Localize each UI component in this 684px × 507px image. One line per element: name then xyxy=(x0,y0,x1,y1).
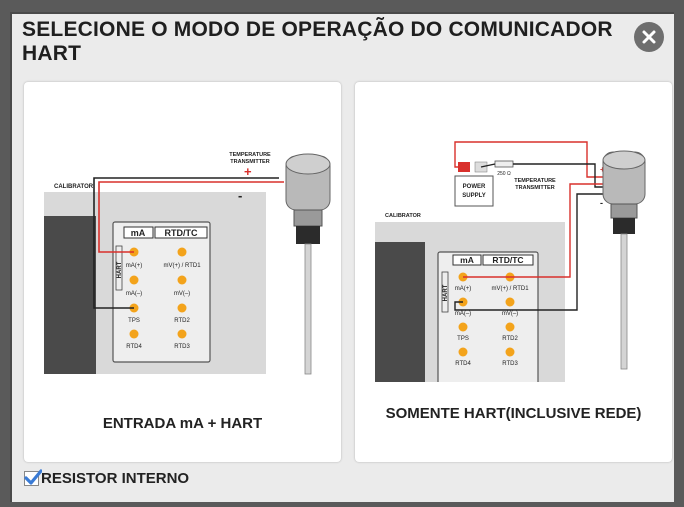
checkmark-icon xyxy=(24,469,42,485)
terminal-label: mA(–) xyxy=(126,291,142,297)
plus-sign: + xyxy=(244,164,252,179)
col-rtd-label: RTD/TC xyxy=(492,255,523,265)
terminal-label: mA(–) xyxy=(455,311,471,317)
hart-label: HART xyxy=(117,261,123,278)
terminal-label: mV(+) / RTD1 xyxy=(163,263,201,269)
svg-text:POWER: POWER xyxy=(463,184,486,190)
svg-text:SUPPLY: SUPPLY xyxy=(462,193,485,199)
terminal-label: RTD4 xyxy=(126,344,142,350)
internal-resistor-checkbox-row[interactable]: RESISTOR INTERNO xyxy=(24,469,190,487)
terminal-label: RTD2 xyxy=(502,336,518,342)
option-card-hart-only[interactable]: CALIBRATOR mA RTD/TC HART mA(+) mA(–) TP… xyxy=(355,82,672,462)
minus-sign: - xyxy=(238,188,242,203)
close-button[interactable] xyxy=(634,22,664,52)
terminal-rtd4 xyxy=(129,329,139,339)
terminal-label: TPS xyxy=(457,336,469,342)
terminal-label: RTD3 xyxy=(174,344,190,350)
internal-resistor-label: RESISTOR INTERNO xyxy=(41,470,190,487)
terminal-label: mV(–) xyxy=(174,291,190,297)
temperature-transmitter xyxy=(602,150,646,370)
terminal-panel xyxy=(437,251,539,382)
terminal-label: RTD4 xyxy=(455,361,471,367)
internal-resistor-checkbox[interactable] xyxy=(24,469,42,486)
resistor-label: 250 Ω xyxy=(497,171,511,177)
calibrator-screen xyxy=(375,242,425,382)
hart-label: HART xyxy=(443,284,449,301)
mode-select-dialog: SELECIONE O MODO DE OPERAÇÃO DO COMUNICA… xyxy=(10,12,674,502)
transmitter-label-line1: TEMPERATURE xyxy=(514,178,556,184)
col-rtd-label: RTD/TC xyxy=(165,228,198,238)
col-ma-label: mA xyxy=(131,228,146,238)
terminal-label: RTD3 xyxy=(502,361,518,367)
transmitter-label-line1: TEMPERATURE xyxy=(229,152,271,158)
terminal-label: TPS xyxy=(128,318,140,324)
power-supply: POWER SUPPLY xyxy=(454,161,494,207)
transmitter-label-line2: TRANSMITTER xyxy=(515,185,554,191)
calibrator-label: CALIBRATOR xyxy=(54,184,94,190)
temperature-transmitter xyxy=(285,153,331,375)
option-label-ma-hart: ENTRADA mA + HART xyxy=(102,415,263,432)
terminal-ma-minus xyxy=(129,275,139,285)
calibrator-label: CALIBRATOR xyxy=(385,213,421,219)
terminal-label: mA(+) xyxy=(126,263,143,269)
resistor xyxy=(494,160,514,168)
option-label-hart-only: SOMENTE HART(INCLUSIVE REDE) xyxy=(385,405,642,422)
calibrator-screen xyxy=(44,216,96,374)
terminal-label: mV(–) xyxy=(502,311,518,317)
terminal-label: RTD2 xyxy=(174,318,190,324)
terminal-label: mV(+) / RTD1 xyxy=(491,286,529,292)
transmitter-label-line2: TRANSMITTER xyxy=(230,159,269,165)
diagram-ma-hart: mA RTD/TC HART mA(+) mA(–) TPS RTD4 mV(+… xyxy=(44,152,331,375)
dialog-title: SELECIONE O MODO DE OPERAÇÃO DO COMUNICA… xyxy=(22,18,613,65)
option-card-ma-hart[interactable]: mA RTD/TC HART mA(+) mA(–) TPS RTD4 mV(+… xyxy=(24,82,341,462)
close-icon xyxy=(642,30,656,44)
svg-text:-: - xyxy=(600,198,603,208)
terminal-label: mA(+) xyxy=(455,286,472,292)
col-ma-label: mA xyxy=(460,255,474,265)
diagram-hart-only: CALIBRATOR mA RTD/TC HART mA(+) mA(–) TP… xyxy=(375,141,646,382)
